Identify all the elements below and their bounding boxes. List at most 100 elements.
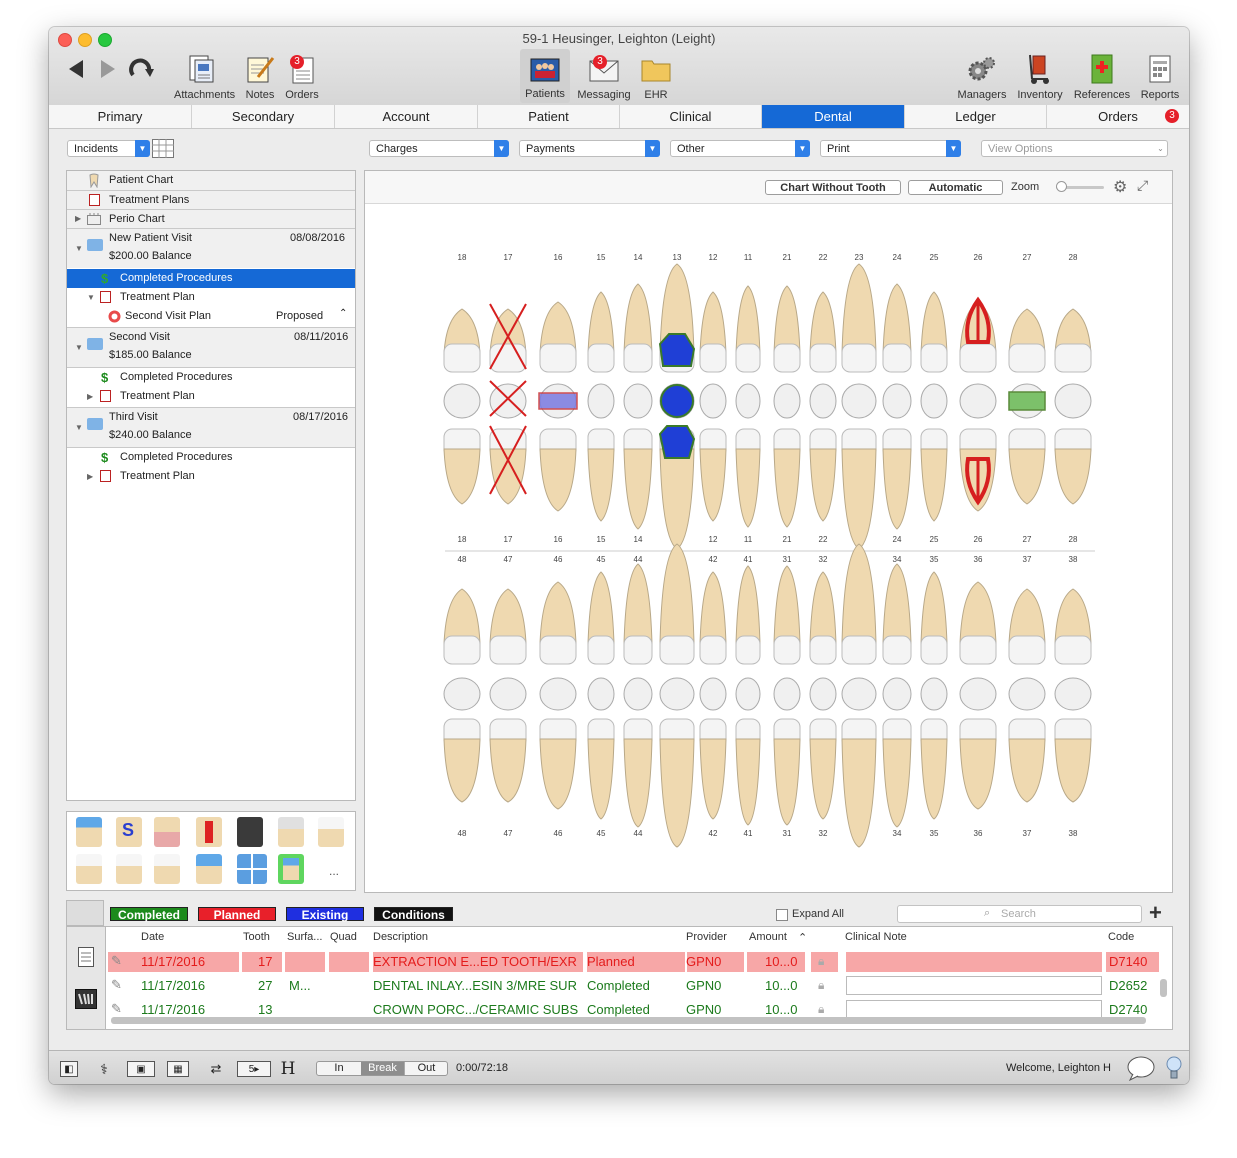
tree-item-completed-procedures-2[interactable]: $ Completed Procedures <box>67 368 355 387</box>
messaging-button[interactable]: 3 Messaging <box>573 51 635 103</box>
tooth-root-lingual-lower-38[interactable] <box>1054 738 1092 803</box>
tooth-crown-lower-37[interactable] <box>1008 635 1046 665</box>
tooth-root-lingual-lower-41[interactable] <box>735 738 761 826</box>
tooth-root-lower-33[interactable] <box>841 543 877 645</box>
tooth-root-lingual-upper-16[interactable] <box>539 448 577 512</box>
tooth-occlusal-lower-32[interactable] <box>809 677 837 711</box>
tooth-root-lingual-lower-32[interactable] <box>809 738 837 820</box>
tooth-occlusal-upper-12[interactable] <box>699 383 727 419</box>
tooth-crown-lower-46[interactable] <box>539 635 577 665</box>
crown-existing-mark[interactable] <box>658 333 696 367</box>
expand-icon[interactable]: ⤢ <box>1137 177 1148 194</box>
tooth-occlusal-lower-47[interactable] <box>489 677 527 711</box>
tree-item-treatment-plan-3[interactable]: ▶ Treatment Plan <box>67 467 355 486</box>
tooth-occlusal-lower-35[interactable] <box>920 677 948 711</box>
expand-all-checkbox[interactable] <box>776 909 788 921</box>
tooth-occlusal-lower-42[interactable] <box>699 677 727 711</box>
tooth-crown-lower-33[interactable] <box>841 635 877 665</box>
column-header[interactable]: Quad <box>330 931 357 943</box>
lock-icon[interactable]: 🔒︎ <box>818 1002 824 1017</box>
column-header[interactable]: Amount <box>749 931 787 943</box>
tab-orders[interactable]: Orders 3 <box>1047 105 1189 128</box>
tooth-root-lower-46[interactable] <box>539 581 577 645</box>
tooth-crown-upper-14[interactable] <box>623 343 653 373</box>
forward-arrow-icon[interactable] <box>99 59 117 79</box>
clinical-note-field[interactable] <box>846 976 1102 995</box>
implant-tool-icon[interactable] <box>154 817 180 847</box>
incidents-dropdown[interactable]: Incidents ▼ <box>67 140 150 157</box>
tooth-root-lower-32[interactable] <box>809 571 837 645</box>
tooth-root-lower-34[interactable] <box>882 563 912 645</box>
view-options-dropdown[interactable]: View Options ⌄ <box>981 140 1168 157</box>
tooth-root-lingual-lower-42[interactable] <box>699 738 727 820</box>
tree-item-visit-2[interactable]: ▼ Second Visit 08/11/2016 $185.00 Balanc… <box>67 328 355 367</box>
tooth-root-lingual-lower-47[interactable] <box>489 738 527 803</box>
horizontal-scrollbar[interactable] <box>111 1017 1146 1024</box>
filling-tool-icon[interactable] <box>278 854 304 884</box>
lock-icon[interactable]: 🔒︎ <box>818 978 824 993</box>
dental-chart[interactable]: 1818171716161515141413131212111121212222… <box>365 204 1172 892</box>
tooth-root-lingual-lower-44[interactable] <box>623 738 653 828</box>
tooth-root-lingual-lower-36[interactable] <box>959 738 997 810</box>
history-icon[interactable]: H <box>278 1061 298 1078</box>
tooth-crown-upper-16[interactable] <box>539 343 577 373</box>
tooth-root-lingual-upper-12[interactable] <box>699 448 727 522</box>
tooth-crown-lower-34[interactable] <box>882 635 912 665</box>
disclosure-down-icon[interactable]: ▼ <box>75 244 83 253</box>
tooth-root-lower-35[interactable] <box>920 571 948 645</box>
document-icon[interactable] <box>78 947 94 967</box>
legend-planned[interactable]: Planned <box>198 907 276 922</box>
add-procedure-button[interactable]: + <box>1149 900 1162 926</box>
extraction-tool-icon[interactable] <box>154 854 180 884</box>
tooth-crown-upper-12[interactable] <box>699 343 727 373</box>
tree-item-completed-procedures-1[interactable]: $ Completed Procedures <box>67 269 355 288</box>
tooth-root-lingual-upper-27[interactable] <box>1008 448 1046 505</box>
tooth-crown-lower-32[interactable] <box>809 635 837 665</box>
tooth-crown-upper-27[interactable] <box>1008 343 1046 373</box>
tooth-root-lower-31[interactable] <box>773 565 801 645</box>
tooth-crown-lower-45[interactable] <box>587 635 615 665</box>
tooth-chart-icon[interactable]: ⚕ <box>93 1061 115 1077</box>
tooth-root-lower-44[interactable] <box>623 563 653 645</box>
calendar-grid-icon[interactable]: ▦ <box>167 1061 189 1077</box>
tooth-crown-lower-42[interactable] <box>699 635 727 665</box>
tooth-crown-upper-21[interactable] <box>773 343 801 373</box>
table-row[interactable]: ✎ 11/17/2016 17 EXTRACTION E...ED TOOTH/EXR… <box>106 951 1159 973</box>
tree-item-visit-1[interactable]: ▼ New Patient Visit 08/08/2016 $200.00 B… <box>67 229 355 268</box>
tooth-occlusal-upper-23[interactable] <box>841 383 877 419</box>
clock-break-button[interactable]: Break <box>361 1062 404 1075</box>
tooth-root-lingual-lower-37[interactable] <box>1008 738 1046 803</box>
tooth-root-lingual-upper-24[interactable] <box>882 448 912 530</box>
patients-button[interactable]: Patients <box>520 49 570 103</box>
tab-clinical[interactable]: Clinical <box>620 105 762 128</box>
sidebar-toggle-icon[interactable]: ◧ <box>60 1061 78 1077</box>
tree-item-completed-procedures-3[interactable]: $ Completed Procedures <box>67 448 355 467</box>
lock-icon[interactable]: 🔒︎ <box>818 954 824 969</box>
veneer-tool-icon[interactable] <box>318 817 344 847</box>
ehr-button[interactable]: EHR <box>631 51 681 103</box>
tooth-occlusal-upper-14[interactable] <box>623 383 653 419</box>
tooth-crown-lower-31[interactable] <box>773 635 801 665</box>
tree-item-treatment-plan-1[interactable]: ▼ Treatment Plan <box>67 288 355 307</box>
tooth-root-lingual-lower-35[interactable] <box>920 738 948 820</box>
tooth-root-lingual-upper-28[interactable] <box>1054 448 1092 505</box>
tooth-root-lingual-lower-48[interactable] <box>443 738 481 803</box>
other-dropdown[interactable]: Other ▼ <box>670 140 810 157</box>
tooth-root-lower-45[interactable] <box>587 571 615 645</box>
search-input[interactable]: ⌕ Search <box>897 905 1142 923</box>
root-canal-tool-icon[interactable] <box>196 817 222 847</box>
crown-existing-mark[interactable] <box>660 384 694 418</box>
automatic-button[interactable]: Automatic <box>908 180 1003 195</box>
tooth-crown-lower-44[interactable] <box>623 635 653 665</box>
print-dropdown[interactable]: Print ▼ <box>820 140 961 157</box>
tooth-crown-lower-38[interactable] <box>1054 635 1092 665</box>
tooth-occlusal-lower-48[interactable] <box>443 677 481 711</box>
tooth-crown-lower-48[interactable] <box>443 635 481 665</box>
tooth-occlusal-lower-45[interactable] <box>587 677 615 711</box>
tooth-root-lingual-upper-22[interactable] <box>809 448 837 522</box>
tooth-crown-upper-22[interactable] <box>809 343 837 373</box>
tooth-crown-lower-47[interactable] <box>489 635 527 665</box>
attachments-button[interactable]: Attachments <box>174 51 235 103</box>
surface-existing-mark[interactable] <box>538 392 578 410</box>
crown-tool-icon[interactable] <box>76 817 102 847</box>
